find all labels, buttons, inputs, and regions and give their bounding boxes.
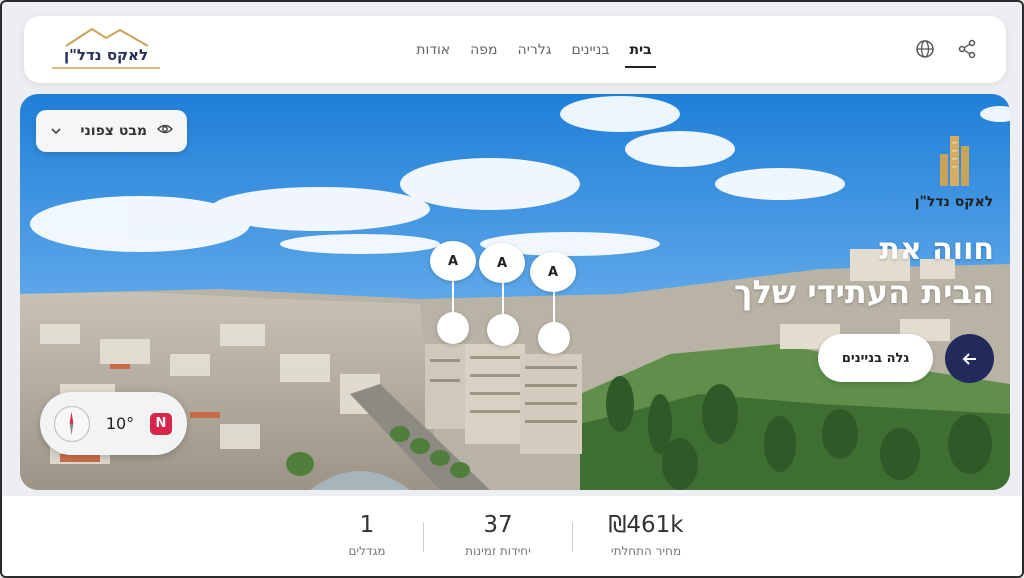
explore-buildings-button[interactable]: גלה בניינים: [818, 334, 933, 382]
compass-degrees: 10°: [105, 414, 135, 433]
stat-towers: 1 מגדלים: [297, 512, 437, 558]
building-pin-anchor[interactable]: [538, 322, 570, 354]
hero-brand-name: לאקס נדל"ן: [914, 194, 994, 210]
divider: [423, 522, 424, 552]
headline-line-2: הבית העתידי שלך: [734, 273, 994, 311]
stat-starting-price: ₪461k מחיר התחלתי: [576, 512, 716, 558]
pin-stem: [553, 291, 555, 323]
view-select-label: מבט צפוני: [80, 123, 147, 139]
stat-value: 37: [483, 512, 513, 538]
pin-stem: [502, 282, 504, 316]
app-frame: לאקס נדל"ן בית בניינים גלריה מפה אודות מ…: [0, 0, 1024, 578]
compass-dial-icon: [54, 405, 90, 442]
stat-label: יחידות זמינות: [465, 544, 531, 558]
building-pin-1[interactable]: A: [430, 241, 476, 281]
nav-item-buildings[interactable]: בניינים: [571, 16, 609, 83]
headline-line-1: חווה את: [879, 232, 994, 267]
stat-value: ₪461k: [608, 512, 684, 538]
hero-headline: חווה את הבית העתידי שלך: [734, 229, 994, 313]
stat-label: מגדלים: [348, 544, 386, 558]
nav-item-home[interactable]: בית: [625, 16, 656, 83]
stat-value: 1: [359, 512, 375, 538]
globe-icon[interactable]: [913, 37, 937, 61]
compass-widget[interactable]: 10° N: [40, 392, 187, 455]
chevron-down-icon: [50, 122, 62, 141]
hero-brand-logo: לאקס נדל"ן: [914, 132, 994, 210]
building-pin-anchor[interactable]: [487, 314, 519, 346]
brand-name: לאקס נדל"ן: [63, 46, 149, 64]
building-logo-icon: [940, 136, 969, 186]
hero-panorama[interactable]: מבט צפוני לאקס נדל"ן חווה את הבית העתידי…: [20, 94, 1010, 490]
nav-item-gallery[interactable]: גלריה: [518, 16, 552, 83]
nav-item-about[interactable]: אודות: [416, 16, 450, 83]
eye-icon: [157, 123, 173, 139]
building-pin-2[interactable]: A: [479, 243, 525, 283]
pin-stem: [452, 280, 454, 312]
building-pin-3[interactable]: A: [530, 252, 576, 292]
arrow-left-icon[interactable]: [945, 334, 994, 383]
north-badge: N: [150, 412, 172, 435]
view-direction-select[interactable]: מבט צפוני: [36, 110, 187, 152]
stat-available-units: 37 יחידות זמינות: [428, 512, 568, 558]
divider: [572, 522, 573, 552]
top-navigation-bar: לאקס נדל"ן בית בניינים גלריה מפה אודות: [24, 16, 1006, 83]
building-pin-anchor[interactable]: [437, 312, 469, 344]
brand-logo[interactable]: לאקס נדל"ן: [44, 26, 168, 72]
nav-item-map[interactable]: מפה: [470, 16, 497, 83]
stats-bar: 1 מגדלים 37 יחידות זמינות ₪461k מחיר התח…: [2, 496, 1022, 576]
main-nav: בית בניינים גלריה מפה אודות: [404, 16, 664, 83]
share-icon[interactable]: [955, 37, 979, 61]
stat-label: מחיר התחלתי: [610, 544, 682, 558]
